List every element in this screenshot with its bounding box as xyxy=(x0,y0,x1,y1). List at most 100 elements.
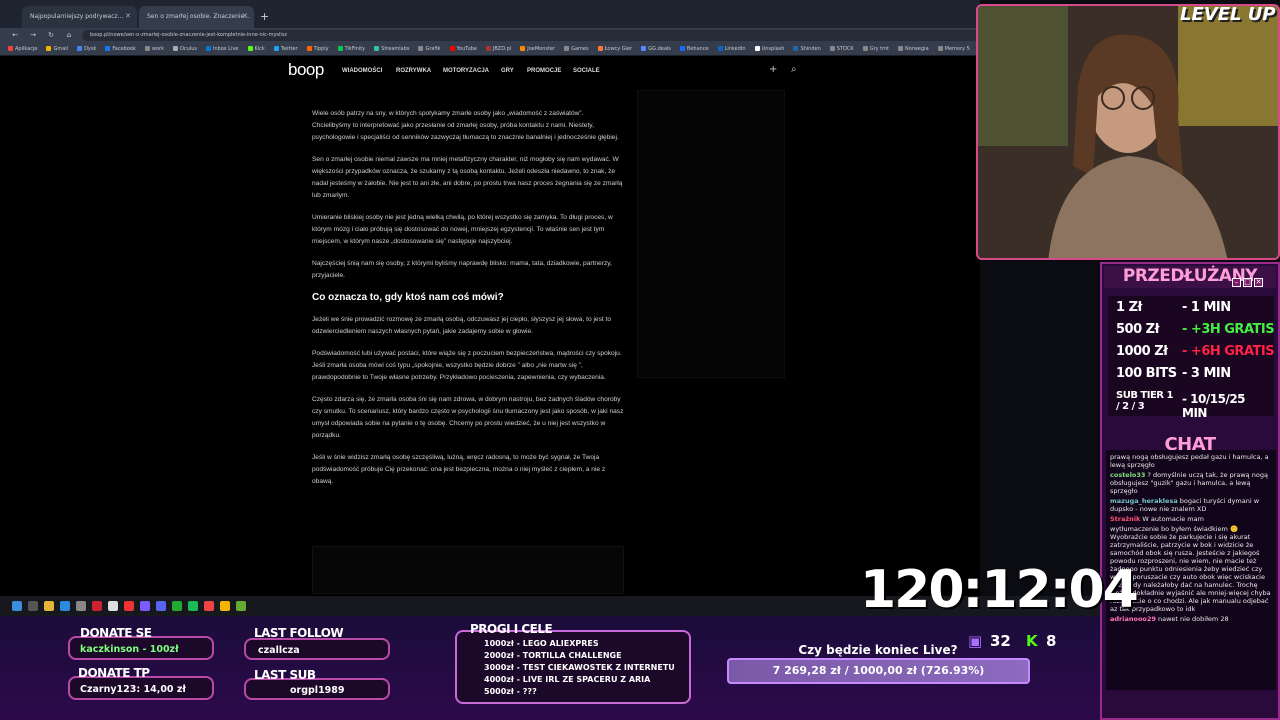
bookmark-item[interactable]: YouTube xyxy=(449,45,477,52)
xbox-icon[interactable] xyxy=(172,601,182,611)
new-tab-icon[interactable]: + xyxy=(256,6,274,28)
nav-rozrywka[interactable]: ROZRYWKA xyxy=(396,68,431,74)
start-icon[interactable] xyxy=(12,601,22,611)
bookmark-icon xyxy=(485,46,491,51)
bookmark-item[interactable]: Łowcy Gier xyxy=(597,46,632,52)
app-icon[interactable] xyxy=(236,601,246,611)
bookmark-icon xyxy=(862,46,868,51)
bookmark-item[interactable]: Gry tmt xyxy=(862,46,889,52)
streamer-silhouette xyxy=(978,6,1278,258)
bookmark-label: Twitter xyxy=(280,45,298,52)
bookmark-item[interactable]: GG.deals xyxy=(641,46,671,52)
app-icon[interactable] xyxy=(108,601,118,611)
bookmark-item[interactable]: Dysk xyxy=(77,46,96,52)
app-icon[interactable] xyxy=(76,601,86,611)
browser-tab-bar: Najpopularniejszy podrywacz... ✕ Sen o zm… xyxy=(0,0,980,28)
bookmark-item[interactable]: Grafik xyxy=(418,46,441,52)
app-icon[interactable] xyxy=(204,601,214,611)
bookmark-icon xyxy=(105,46,111,51)
bookmark-icon xyxy=(793,46,799,51)
browser-tab-1[interactable]: Najpopularniejszy podrywacz... ✕ xyxy=(22,6,137,28)
bookmark-icon xyxy=(520,46,526,51)
bookmark-item[interactable]: Shinden xyxy=(793,45,821,52)
bookmark-item[interactable]: Memory 5 xyxy=(937,45,970,52)
price-value: - +3H GRATIS xyxy=(1182,322,1275,337)
nav-motoryzacja[interactable]: MOTORYZACJA xyxy=(443,68,489,74)
app-icon[interactable] xyxy=(92,601,102,611)
bookmark-label: Streamlabs xyxy=(381,45,410,52)
close-icon[interactable]: ✕ xyxy=(242,12,248,20)
forward-icon[interactable]: → xyxy=(28,31,38,39)
site-logo[interactable]: boop xyxy=(288,60,324,80)
bookmark-item[interactable]: Kick xyxy=(247,45,265,52)
chrome-icon[interactable] xyxy=(220,601,230,611)
bookmark-item[interactable]: STOCK xyxy=(829,46,854,52)
folder-icon[interactable] xyxy=(44,601,54,611)
app-icon[interactable] xyxy=(60,601,70,611)
bookmark-item[interactable]: Gmail xyxy=(46,46,68,52)
reload-icon[interactable]: ↻ xyxy=(46,31,56,39)
bookmark-label: Memory 5 xyxy=(944,45,970,52)
bookmark-item[interactable]: Tipply xyxy=(306,46,329,52)
browser-tab-2[interactable]: Sen o zmarłej osobie. Znaczenie... ✕ xyxy=(139,6,254,28)
bookmark-icon xyxy=(374,46,380,51)
bookmark-label: Shinden xyxy=(800,45,821,52)
bookmark-icon xyxy=(306,46,312,51)
url-input[interactable]: boop.pl/nowe/sen-o-zmarlej-osobie-znacze… xyxy=(82,29,980,41)
bookmark-item[interactable]: TikFinity xyxy=(337,46,365,52)
bookmark-item[interactable]: Streamlabs xyxy=(374,46,409,52)
question-title: Czy będzie koniec Live? xyxy=(798,643,958,657)
bookmark-item[interactable]: work xyxy=(144,46,164,52)
last-sub-value: orgpl1989 xyxy=(290,685,345,696)
bookmark-label: Kick xyxy=(254,45,265,52)
bookmark-item[interactable]: Oculus xyxy=(172,46,197,52)
bookmark-icon xyxy=(172,46,178,51)
bookmark-item[interactable]: Aplikacje xyxy=(8,46,37,52)
price-amount: 1000 Zł xyxy=(1116,344,1168,359)
bookmark-item[interactable]: LinkedIn xyxy=(717,46,746,52)
home-icon[interactable]: ⌂ xyxy=(64,31,74,39)
nav-sociale[interactable]: SOCIALE xyxy=(573,68,600,74)
bookmark-icon xyxy=(829,46,835,51)
bookmark-item[interactable]: Facebook xyxy=(105,46,136,52)
article-paragraph: Sen o zmarłej osobie niemal zawsze ma mn… xyxy=(312,156,623,199)
bookmark-item[interactable]: Twitter xyxy=(273,45,298,52)
bookmark-item[interactable]: Inbox Live xyxy=(206,46,239,52)
nav-promocje[interactable]: PROMOCJE xyxy=(527,68,561,74)
bookmark-item[interactable]: Games xyxy=(564,46,589,52)
kick-count: 8 xyxy=(1046,632,1057,650)
discord-icon[interactable] xyxy=(156,601,166,611)
article-paragraph: Jeżeli we śnie prowadzić rozmowę ze zmar… xyxy=(312,316,612,335)
price-amount: SUB TIER 1 / 2 / 3 xyxy=(1116,390,1173,412)
chat-message: Strażnik W automacie mam xyxy=(1110,515,1272,523)
bookmark-item[interactable]: Behance xyxy=(679,46,709,52)
bookmark-item[interactable]: JBZD.pl xyxy=(485,46,511,52)
search-icon[interactable] xyxy=(28,601,38,611)
bookmark-label: Aplikacje xyxy=(15,45,38,52)
bookmark-icon xyxy=(144,46,150,51)
bookmark-icon xyxy=(77,46,83,51)
nav-wiadomosci[interactable]: WIADOMOŚCI xyxy=(342,68,382,74)
bookmark-label: Gmail xyxy=(53,45,69,52)
plus-icon[interactable]: + xyxy=(769,64,777,75)
app-icon[interactable] xyxy=(124,601,134,611)
bookmark-item[interactable]: JoeMonster xyxy=(520,46,555,52)
spotify-icon[interactable] xyxy=(188,601,198,611)
price-amount: 1 Zł xyxy=(1116,300,1142,315)
bookmark-icon xyxy=(418,46,424,51)
bottom-ad-placeholder xyxy=(312,546,624,594)
price-value: - 3 MIN xyxy=(1182,366,1231,381)
bookmark-icon xyxy=(206,46,212,51)
donate-se-title: DONATE SE xyxy=(80,626,152,640)
nav-gry[interactable]: GRY xyxy=(501,68,514,74)
bookmark-item[interactable]: Unsplash xyxy=(754,46,784,52)
bookmark-icon xyxy=(46,46,52,51)
search-icon[interactable]: ⌕ xyxy=(791,64,797,75)
back-icon[interactable]: ← xyxy=(10,31,20,39)
bookmark-label: YouTube xyxy=(456,45,477,52)
chat-text: W automacie mam xyxy=(1142,515,1204,523)
close-icon[interactable]: ✕ xyxy=(125,12,131,20)
bookmark-item[interactable]: Norwegia xyxy=(897,46,929,52)
last-follow-value: czallcza xyxy=(258,645,300,656)
app-icon[interactable] xyxy=(140,601,150,611)
